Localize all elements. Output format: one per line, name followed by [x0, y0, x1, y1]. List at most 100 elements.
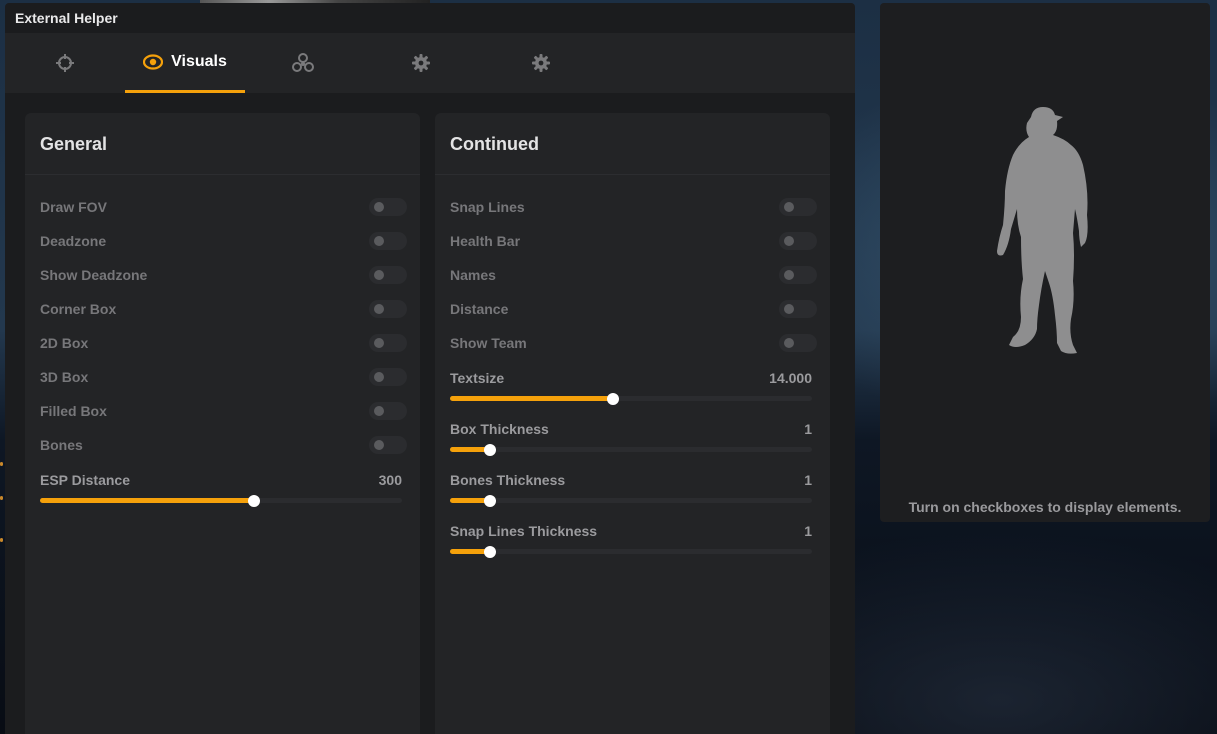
- draw-fov-toggle[interactable]: [369, 198, 407, 216]
- names-toggle[interactable]: [779, 266, 817, 284]
- bones-toggle[interactable]: [369, 436, 407, 454]
- bones-thickness-slider-head: Bones Thickness 1: [450, 470, 812, 490]
- toggle-knob: [374, 270, 384, 280]
- toggle-row-2d-box: 2D Box: [40, 333, 407, 353]
- esp-distance-slider[interactable]: [40, 494, 402, 507]
- preview-caption: Turn on checkboxes to display elements.: [908, 499, 1182, 515]
- gear-icon: [412, 54, 430, 72]
- box-thickness-slider[interactable]: [450, 443, 812, 456]
- toggle-label: Snap Lines: [450, 199, 525, 215]
- tab-visuals[interactable]: Visuals: [125, 33, 245, 93]
- toggle-row-filled-box: Filled Box: [40, 401, 407, 421]
- toggle-knob: [374, 236, 384, 246]
- filled-box-toggle[interactable]: [369, 402, 407, 420]
- toggle-knob: [784, 236, 794, 246]
- 3d-box-toggle[interactable]: [369, 368, 407, 386]
- toggle-row-3d-box: 3D Box: [40, 367, 407, 387]
- toggle-knob: [784, 304, 794, 314]
- toggle-knob: [374, 406, 384, 416]
- toggle-row-show-team: Show Team: [450, 333, 817, 353]
- toggle-knob: [784, 270, 794, 280]
- tab-config[interactable]: [481, 33, 601, 93]
- background-light: [0, 462, 3, 466]
- toggle-label: Deadzone: [40, 233, 107, 249]
- slider-value: 1: [804, 523, 812, 539]
- slider-value: 1: [804, 421, 812, 437]
- toggle-knob: [784, 202, 794, 212]
- toggle-label: Filled Box: [40, 403, 107, 419]
- toggle-label: Names: [450, 267, 496, 283]
- tab-visuals-label: Visuals: [171, 52, 227, 70]
- distance-toggle[interactable]: [779, 300, 817, 318]
- slider-thumb[interactable]: [483, 494, 496, 507]
- general-panel-title: General: [25, 113, 420, 175]
- toggle-row-show-deadzone: Show Deadzone: [40, 265, 407, 285]
- box-thickness-slider-head: Box Thickness 1: [450, 419, 812, 439]
- health-bar-toggle[interactable]: [779, 232, 817, 250]
- snap-lines-thickness-slider-head: Snap Lines Thickness 1: [450, 521, 812, 541]
- show-team-toggle[interactable]: [779, 334, 817, 352]
- slider-label: Box Thickness: [450, 421, 549, 437]
- toggle-label: Show Deadzone: [40, 267, 148, 283]
- continued-panel: Continued Snap Lines Health Bar Names Di…: [435, 113, 830, 734]
- toggle-row-deadzone: Deadzone: [40, 231, 407, 251]
- toggle-row-draw-fov: Draw FOV: [40, 197, 407, 217]
- toggle-row-distance: Distance: [450, 299, 817, 319]
- toggle-row-bones: Bones: [40, 435, 407, 455]
- general-panel: General Draw FOV Deadzone Show Deadzone …: [25, 113, 420, 734]
- toggle-knob: [784, 338, 794, 348]
- toggle-label: Distance: [450, 301, 509, 317]
- slider-label: Snap Lines Thickness: [450, 523, 598, 539]
- background-light: [0, 538, 3, 542]
- toggle-label: Corner Box: [40, 301, 117, 317]
- tab-misc[interactable]: [243, 33, 363, 93]
- player-silhouette-icon: [997, 107, 1088, 354]
- toggle-knob: [374, 338, 384, 348]
- toggle-label: Bones: [40, 437, 83, 453]
- esp-preview-panel: Turn on checkboxes to display elements.: [880, 3, 1210, 522]
- snap-lines-thickness-slider[interactable]: [450, 545, 812, 558]
- tab-bar: Visuals: [5, 33, 855, 93]
- slider-thumb[interactable]: [247, 494, 260, 507]
- toggle-knob: [374, 372, 384, 382]
- eye-icon: [143, 53, 164, 70]
- gear-icon: [532, 54, 550, 72]
- toggle-label: 3D Box: [40, 369, 89, 385]
- toggle-label: Health Bar: [450, 233, 521, 249]
- toggle-row-snap-lines: Snap Lines: [450, 197, 817, 217]
- esp-distance-slider-head: ESP Distance 300: [40, 470, 402, 490]
- slider-label: ESP Distance: [40, 472, 131, 488]
- crosshair-icon: [56, 54, 74, 72]
- toggle-label: 2D Box: [40, 335, 89, 351]
- slider-thumb[interactable]: [483, 545, 496, 558]
- slider-value: 1: [804, 472, 812, 488]
- show-deadzone-toggle[interactable]: [369, 266, 407, 284]
- toggle-row-names: Names: [450, 265, 817, 285]
- biohazard-icon: [292, 53, 314, 73]
- toggle-row-corner-box: Corner Box: [40, 299, 407, 319]
- slider-fill: [450, 396, 613, 401]
- slider-fill: [40, 498, 254, 503]
- textsize-slider-head: Textsize 14.000: [450, 368, 812, 388]
- corner-box-toggle[interactable]: [369, 300, 407, 318]
- window-title: External Helper: [15, 10, 118, 26]
- tab-settings[interactable]: [361, 33, 481, 93]
- textsize-slider[interactable]: [450, 392, 812, 405]
- helper-window: External Helper Visuals General Draw FOV…: [5, 3, 855, 734]
- slider-label: Textsize: [450, 370, 505, 386]
- deadzone-toggle[interactable]: [369, 232, 407, 250]
- bones-thickness-slider[interactable]: [450, 494, 812, 507]
- toggle-label: Draw FOV: [40, 199, 107, 215]
- toggle-label: Show Team: [450, 335, 527, 351]
- toggle-knob: [374, 202, 384, 212]
- slider-value: 300: [378, 472, 402, 488]
- slider-thumb[interactable]: [606, 392, 619, 405]
- tab-aim[interactable]: [5, 33, 125, 93]
- slider-thumb[interactable]: [483, 443, 496, 456]
- toggle-knob: [374, 440, 384, 450]
- toggle-row-health-bar: Health Bar: [450, 231, 817, 251]
- 2d-box-toggle[interactable]: [369, 334, 407, 352]
- slider-label: Bones Thickness: [450, 472, 566, 488]
- snap-lines-toggle[interactable]: [779, 198, 817, 216]
- toggle-knob: [374, 304, 384, 314]
